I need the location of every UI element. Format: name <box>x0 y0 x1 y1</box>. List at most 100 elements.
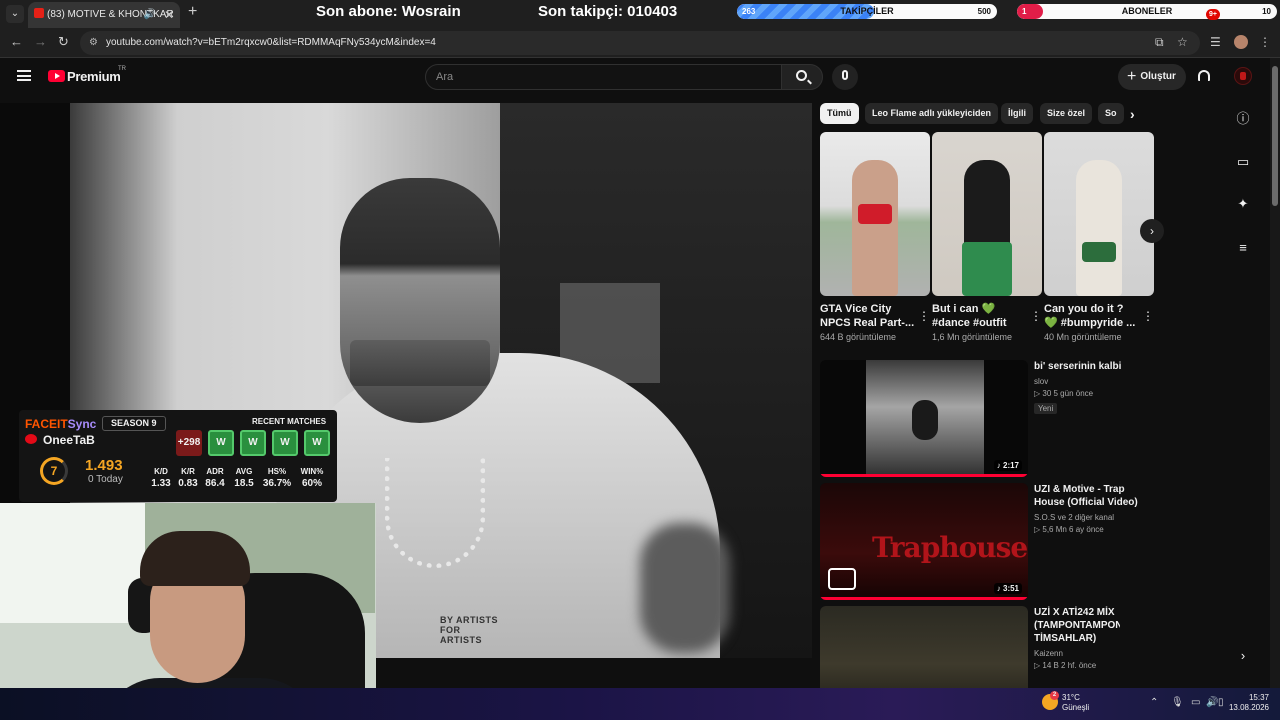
shorts-thumbnail[interactable] <box>820 132 930 296</box>
search-placeholder: Ara <box>436 71 454 83</box>
related-meta: UZI & Motive - Trap House (Official Vide… <box>1034 483 1144 534</box>
chip-uploader[interactable]: Leo Flame adlı yükleyiciden <box>865 103 999 124</box>
close-tab-icon[interactable]: ✕ <box>164 2 174 28</box>
shorts-card[interactable]: Can you do it ? 💚 #bumpyride ... 40 Mn g… <box>1044 132 1154 342</box>
reload-icon[interactable]: ↻ <box>58 34 69 50</box>
last-subscriber-label: Son abone: Wosrain <box>316 3 461 20</box>
shorts-thumbnail[interactable] <box>1044 132 1154 296</box>
faceit-player-name: OneeTaB <box>43 433 95 447</box>
speaker-icon[interactable]: 🔊 <box>144 2 156 28</box>
faceit-match-result: W <box>240 430 266 456</box>
related-thumbnail[interactable]: Traphouse ♪ 3:51 <box>820 483 1028 600</box>
shorts-title[interactable]: But i can 💚 #dance #outfit <box>932 302 1042 330</box>
related-title[interactable]: bi' serserinin kalbi <box>1034 360 1144 373</box>
volume-icon[interactable]: 🔊 <box>1206 697 1218 708</box>
more-options-icon[interactable]: ⋮ <box>1142 309 1154 323</box>
chips-next-chevron-icon[interactable]: › <box>1130 106 1135 122</box>
new-tab-button[interactable]: + <box>188 3 197 21</box>
faceit-stat-value: 36.7% <box>262 478 292 489</box>
sparkle-icon[interactable]: ✦ <box>1235 196 1251 212</box>
chevron-up-icon[interactable]: ⌃ <box>1150 697 1158 708</box>
related-title[interactable]: UZİ X ATİ242 MİX (TAMPONTAMPONA X TİMSAH… <box>1034 606 1120 645</box>
related-thumbnail[interactable]: ♪ 2:17 <box>820 360 1028 477</box>
shorts-figure-bottom <box>962 242 1012 296</box>
shorts-card[interactable]: But i can 💚 #dance #outfit 1,6 Mn görünt… <box>932 132 1042 342</box>
create-button[interactable]: + Oluştur <box>1118 64 1186 90</box>
shorts-views: 1,6 Mn görüntüleme <box>932 332 1013 342</box>
browser-tab[interactable]: (83) MOTIVE & KHONTKAR 🔊 ✕ <box>28 2 180 28</box>
playlist-icon[interactable]: ≡ <box>1235 240 1251 256</box>
faceit-elo-delta: +298 <box>176 430 202 456</box>
tab-search-button[interactable]: ⌄ <box>6 5 24 23</box>
video-frame-sunglasses <box>350 340 490 386</box>
install-app-icon[interactable]: ⧉ <box>1155 35 1164 50</box>
youtube-premium-logo[interactable]: Premium TR <box>48 66 126 86</box>
chip-related[interactable]: İlgili <box>1001 103 1033 124</box>
expand-chevron-icon[interactable]: › <box>1235 648 1251 664</box>
address-input[interactable]: ⚙ youtube.com/watch?v=bETm2rqxcw0&list=R… <box>80 31 1200 55</box>
back-arrow-icon[interactable]: ← <box>10 34 23 49</box>
chip-all[interactable]: Tümü <box>820 103 859 124</box>
faceit-stat-label: WIN% <box>300 467 324 476</box>
shorts-title[interactable]: Can you do it ? 💚 #bumpyride ... <box>1044 302 1154 330</box>
info-icon[interactable]: ⓘ <box>1235 111 1251 127</box>
mic-icon <box>842 70 848 80</box>
faceit-match-result: W <box>208 430 234 456</box>
faceit-match-result: W <box>304 430 330 456</box>
forward-arrow-icon[interactable]: → <box>34 34 47 49</box>
related-stats: ▷ 14 B 2 hf. önce <box>1034 661 1097 670</box>
related-meta: bi' serserinin kalbi slov ▷ 30 5 gün önc… <box>1034 360 1144 416</box>
faceit-stat-label: K/R <box>181 467 195 476</box>
browser-menu-icon[interactable]: ⋮ <box>1259 35 1271 49</box>
notifications-bell-icon[interactable] <box>1197 69 1211 83</box>
scrollbar-thumb[interactable] <box>1272 66 1278 206</box>
video-shirt-print: BY ARTISTS FOR ARTISTS <box>440 615 499 645</box>
chat-icon[interactable]: ▭ <box>1235 154 1251 170</box>
shorts-views: 40 Mn görüntüleme <box>1044 332 1122 342</box>
bookmark-star-icon[interactable]: ☆ <box>1177 35 1188 49</box>
shorts-thumbnail[interactable] <box>932 132 1042 296</box>
related-channel[interactable]: slov <box>1034 377 1144 386</box>
battery-icon[interactable]: ▯ <box>1218 697 1224 708</box>
account-avatar[interactable] <box>1234 67 1252 85</box>
subscribers-goal-label: ABONELER <box>1121 6 1173 16</box>
voice-search-button[interactable] <box>832 64 858 90</box>
shorts-card[interactable]: GTA Vice City NPCS Real Part-... 644 B g… <box>820 132 930 342</box>
browser-profile-avatar[interactable] <box>1234 35 1248 49</box>
thumbnail-logo-text: Traphouse <box>872 531 1028 564</box>
faceit-stat-adr: ADR 86.4 <box>201 466 229 490</box>
faceit-stat-kr: K/R 0.83 <box>174 466 202 490</box>
weather-widget[interactable]: 31°C Güneşli <box>1062 693 1089 713</box>
search-button[interactable] <box>781 64 823 90</box>
related-video[interactable]: UZİ X ATİ242 MİX (TAMPONTAMPONA X TİMSAH… <box>820 606 1120 688</box>
faceit-stat-avg: AVG 18.5 <box>229 466 259 490</box>
shorts-figure <box>852 160 898 296</box>
thumbnail-watermark-icon <box>828 568 856 590</box>
search-input[interactable]: Ara <box>425 64 782 90</box>
site-info-icon[interactable]: ⚙ <box>89 31 98 55</box>
shorts-next-chevron-icon[interactable]: › <box>1140 219 1164 243</box>
browser-tab-bar: ⌄ (83) MOTIVE & KHONTKAR 🔊 ✕ + Son abone… <box>0 0 1280 28</box>
related-channel[interactable]: Kaizenn <box>1034 649 1120 658</box>
related-thumbnail[interactable] <box>820 606 1028 688</box>
faceit-match-result: W <box>272 430 298 456</box>
mic-icon[interactable]: 🎙 <box>1171 697 1184 708</box>
reading-list-icon[interactable]: ☰ <box>1210 35 1221 49</box>
shorts-title[interactable]: GTA Vice City NPCS Real Part-... <box>820 302 930 330</box>
new-badge: Yeni <box>1034 403 1058 414</box>
hamburger-menu-icon[interactable] <box>17 70 31 81</box>
related-channel[interactable]: S.O.S ve 2 diğer kanal <box>1034 513 1144 522</box>
chip-more[interactable]: So <box>1098 103 1124 124</box>
more-options-icon[interactable]: ⋮ <box>918 309 930 323</box>
more-options-icon[interactable]: ⋮ <box>1030 309 1042 323</box>
chip-for-you[interactable]: Size özel <box>1040 103 1093 124</box>
followers-goal-max: 500 <box>977 7 991 16</box>
followers-goal-bar: TAKİPÇİLER 263 500 <box>737 4 997 19</box>
url-text: youtube.com/watch?v=bETm2rqxcw0&list=RDM… <box>106 37 436 48</box>
taskbar-clock[interactable]: 15:37 13.08.2026 <box>1227 693 1269 713</box>
thumbnail-artwork <box>820 606 1028 688</box>
faceit-season: SEASON 9 <box>102 416 166 431</box>
faceit-stat-value: 1.33 <box>151 478 171 489</box>
network-icon[interactable]: ▭ <box>1191 697 1200 708</box>
related-title[interactable]: UZI & Motive - Trap House (Official Vide… <box>1034 483 1144 509</box>
